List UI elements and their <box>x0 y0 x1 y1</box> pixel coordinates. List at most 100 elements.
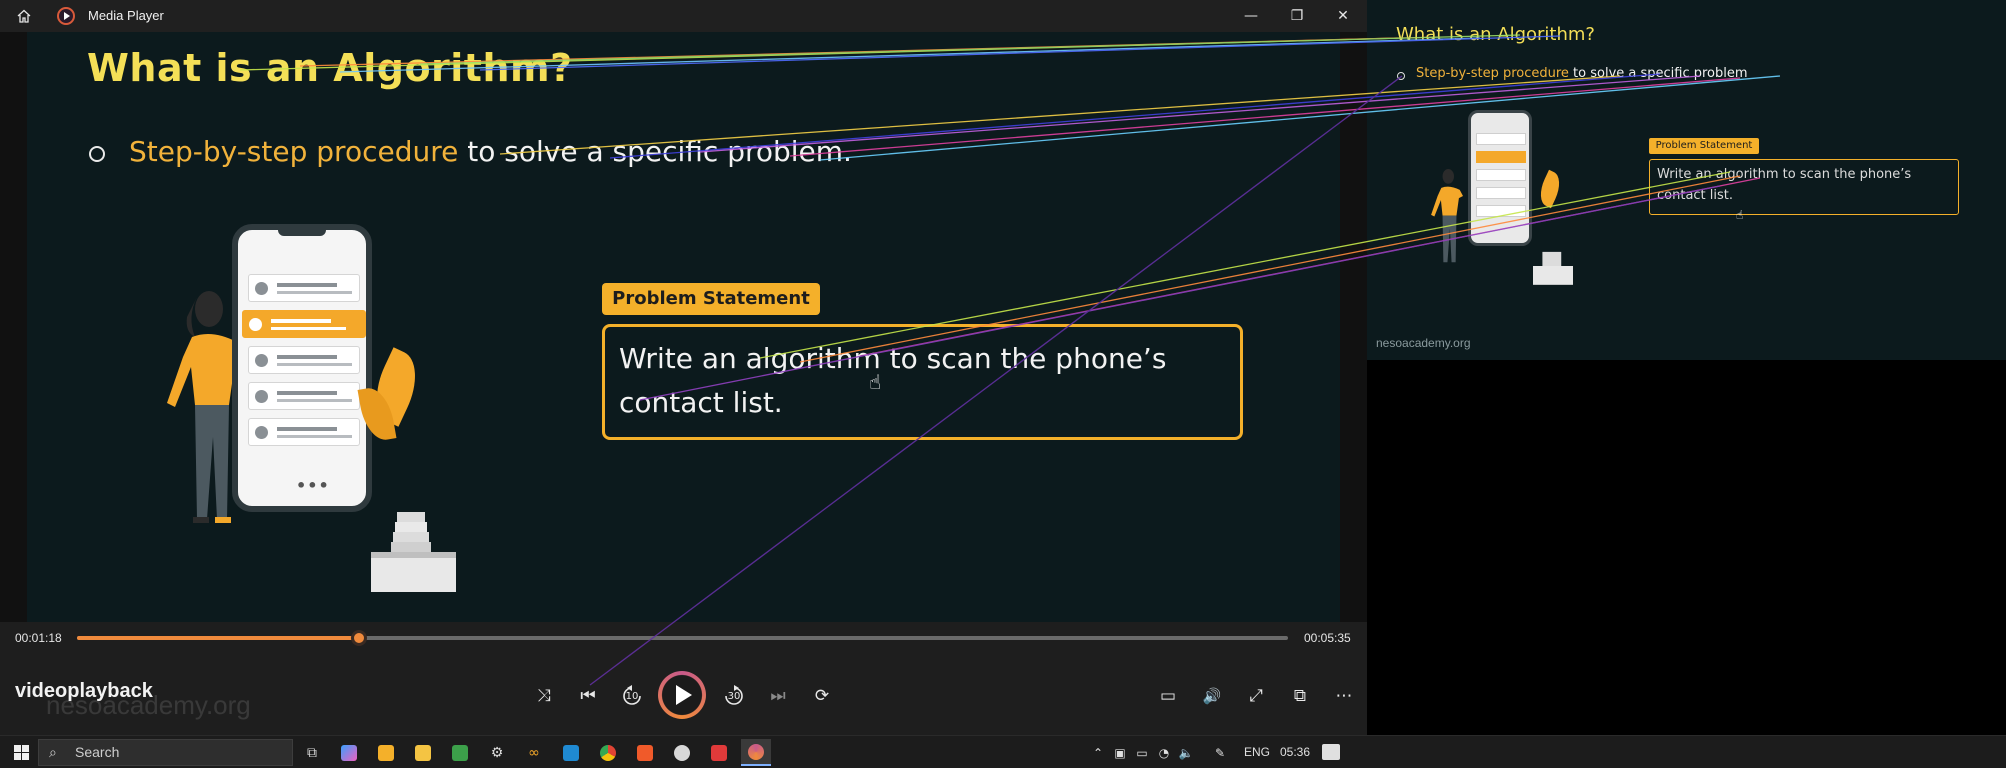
more-options-button[interactable]: ⋯ <box>1328 680 1360 712</box>
notification-icon[interactable] <box>1322 744 1340 760</box>
gear-icon: ⚙ <box>490 744 504 761</box>
more-icon: ⋯ <box>1335 686 1353 706</box>
subtitles-button[interactable]: ▭ <box>1152 680 1184 712</box>
bullet-highlight: Step-by-step procedure <box>129 135 459 168</box>
mini-player-icon: ⧉ <box>1293 686 1307 706</box>
letterbox-right <box>1340 32 1367 622</box>
restore-button[interactable]: ❐ <box>1274 0 1320 32</box>
slide-bullet: Step-by-step procedure to solve a specif… <box>129 135 852 168</box>
hand-cursor-icon: ☝ <box>869 370 882 394</box>
forward-label: 30 <box>727 690 741 702</box>
folder-icon <box>415 744 431 761</box>
preview-problem-box: Write an algorithm to scan the phone’s c… <box>1649 159 1959 215</box>
app-icon <box>711 744 727 761</box>
contact-row-spacer <box>248 454 360 474</box>
home-icon <box>17 9 31 23</box>
copilot-icon <box>341 744 357 761</box>
desktop: Media Player — ❐ ✕ What is an Algorithm?… <box>0 0 2006 768</box>
video-frame[interactable]: What is an Algorithm? Step-by-step proce… <box>27 32 1340 622</box>
contact-row <box>248 346 360 374</box>
app-icon <box>452 744 468 761</box>
bullet-circle-icon <box>89 146 105 162</box>
preview-contact-row <box>1476 133 1526 145</box>
seek-bar[interactable] <box>77 630 1288 646</box>
app-logo-icon <box>54 0 78 32</box>
chrome-icon <box>600 744 616 761</box>
shuffle-button[interactable]: ⤨ <box>528 680 560 712</box>
media-player-app[interactable] <box>741 739 771 766</box>
task-view-button[interactable]: ⧉ <box>297 739 327 766</box>
app-icon <box>674 744 690 761</box>
settings-app[interactable]: ⚙ <box>482 739 512 766</box>
store-app[interactable] <box>371 739 401 766</box>
volume-icon: 🔊 <box>1202 687 1222 705</box>
tray-chevron-icon[interactable]: ⌃ <box>1088 736 1108 768</box>
contact-row-active <box>242 310 366 338</box>
infinity-icon: ∞ <box>528 744 540 761</box>
preview-bullet: Step-by-step procedure to solve a specif… <box>1416 66 1748 81</box>
preview-leaf-illustration <box>1534 169 1566 209</box>
next-icon: ⏭ <box>770 686 786 706</box>
preview-contact-row <box>1476 187 1526 199</box>
app-pinned-1[interactable] <box>445 739 475 766</box>
tray-app-icon[interactable]: ▣ <box>1110 736 1130 768</box>
previous-icon: ⏮ <box>580 686 596 706</box>
contact-row <box>248 382 360 410</box>
slide-title: What is an Algorithm? <box>87 46 573 90</box>
more-dots-icon: ••• <box>296 476 330 495</box>
pen-icon[interactable]: ✎ <box>1210 736 1230 768</box>
vscode-app[interactable] <box>556 739 586 766</box>
brave-app[interactable] <box>630 739 660 766</box>
search-icon: ⌕ <box>49 744 57 760</box>
vscode-icon <box>563 744 579 761</box>
wifi-icon[interactable]: ◔ <box>1154 736 1174 768</box>
preview-bullet-rest: to solve a specific problem <box>1568 66 1748 81</box>
play-button[interactable] <box>658 671 706 719</box>
seek-thumb[interactable] <box>350 630 367 646</box>
chrome-app[interactable] <box>593 739 623 766</box>
preview-boxes-illustration <box>1533 251 1573 285</box>
app-pinned-4[interactable] <box>704 739 734 766</box>
fullscreen-button[interactable]: ⤢ <box>1240 680 1272 712</box>
preview-phone-illustration <box>1468 110 1532 246</box>
boxes-illustration <box>371 512 456 592</box>
store-icon <box>378 744 394 761</box>
close-button[interactable]: ✕ <box>1320 0 1366 32</box>
forward-30-button[interactable]: 30 <box>718 680 750 712</box>
next-button[interactable]: ⏭ <box>762 680 794 712</box>
rewind-10-button[interactable]: 10 <box>616 680 648 712</box>
battery-icon[interactable]: ▭ <box>1132 736 1152 768</box>
start-button[interactable] <box>6 736 36 768</box>
shuffle-icon: ⤨ <box>537 686 551 706</box>
title-bar[interactable]: Media Player — ❐ ✕ <box>0 0 1367 32</box>
previous-button[interactable]: ⏮ <box>572 680 604 712</box>
mini-player-button[interactable]: ⧉ <box>1284 680 1316 712</box>
preview-contact-row <box>1476 169 1526 181</box>
fullscreen-icon: ⤢ <box>1249 686 1263 706</box>
current-time: 00:01:18 <box>15 631 62 645</box>
repeat-button[interactable]: ⟳ <box>806 680 838 712</box>
app-pinned-3[interactable] <box>667 739 697 766</box>
preview-contact-row <box>1476 205 1526 217</box>
rewind-label: 10 <box>625 690 639 702</box>
taskbar-search[interactable]: ⌕ Search <box>38 739 293 766</box>
home-button[interactable] <box>8 0 40 32</box>
app-pinned-2[interactable]: ∞ <box>519 739 549 766</box>
brave-icon <box>637 744 653 761</box>
speaker-icon[interactable]: 🔈 <box>1176 736 1196 768</box>
language-indicator[interactable]: ENG <box>1244 736 1270 768</box>
subtitles-icon: ▭ <box>1159 686 1177 706</box>
preview-title: What is an Algorithm? <box>1396 24 1595 45</box>
copilot-app[interactable] <box>334 739 364 766</box>
minimize-button[interactable]: — <box>1228 0 1274 32</box>
media-player-window: Media Player — ❐ ✕ What is an Algorithm?… <box>0 0 1367 735</box>
file-explorer-app[interactable] <box>408 739 438 766</box>
bullet-rest: to solve a specific problem. <box>458 135 852 168</box>
problem-statement-label: Problem Statement <box>602 283 820 315</box>
phone-notch <box>278 228 326 236</box>
volume-button[interactable]: 🔊 <box>1196 680 1228 712</box>
task-view-icon: ⧉ <box>307 744 317 761</box>
clock[interactable]: 05:36 <box>1280 736 1310 768</box>
preview-footer: nesoacademy.org <box>1376 336 1471 350</box>
preview-bullet-highlight: Step-by-step procedure <box>1416 66 1569 81</box>
